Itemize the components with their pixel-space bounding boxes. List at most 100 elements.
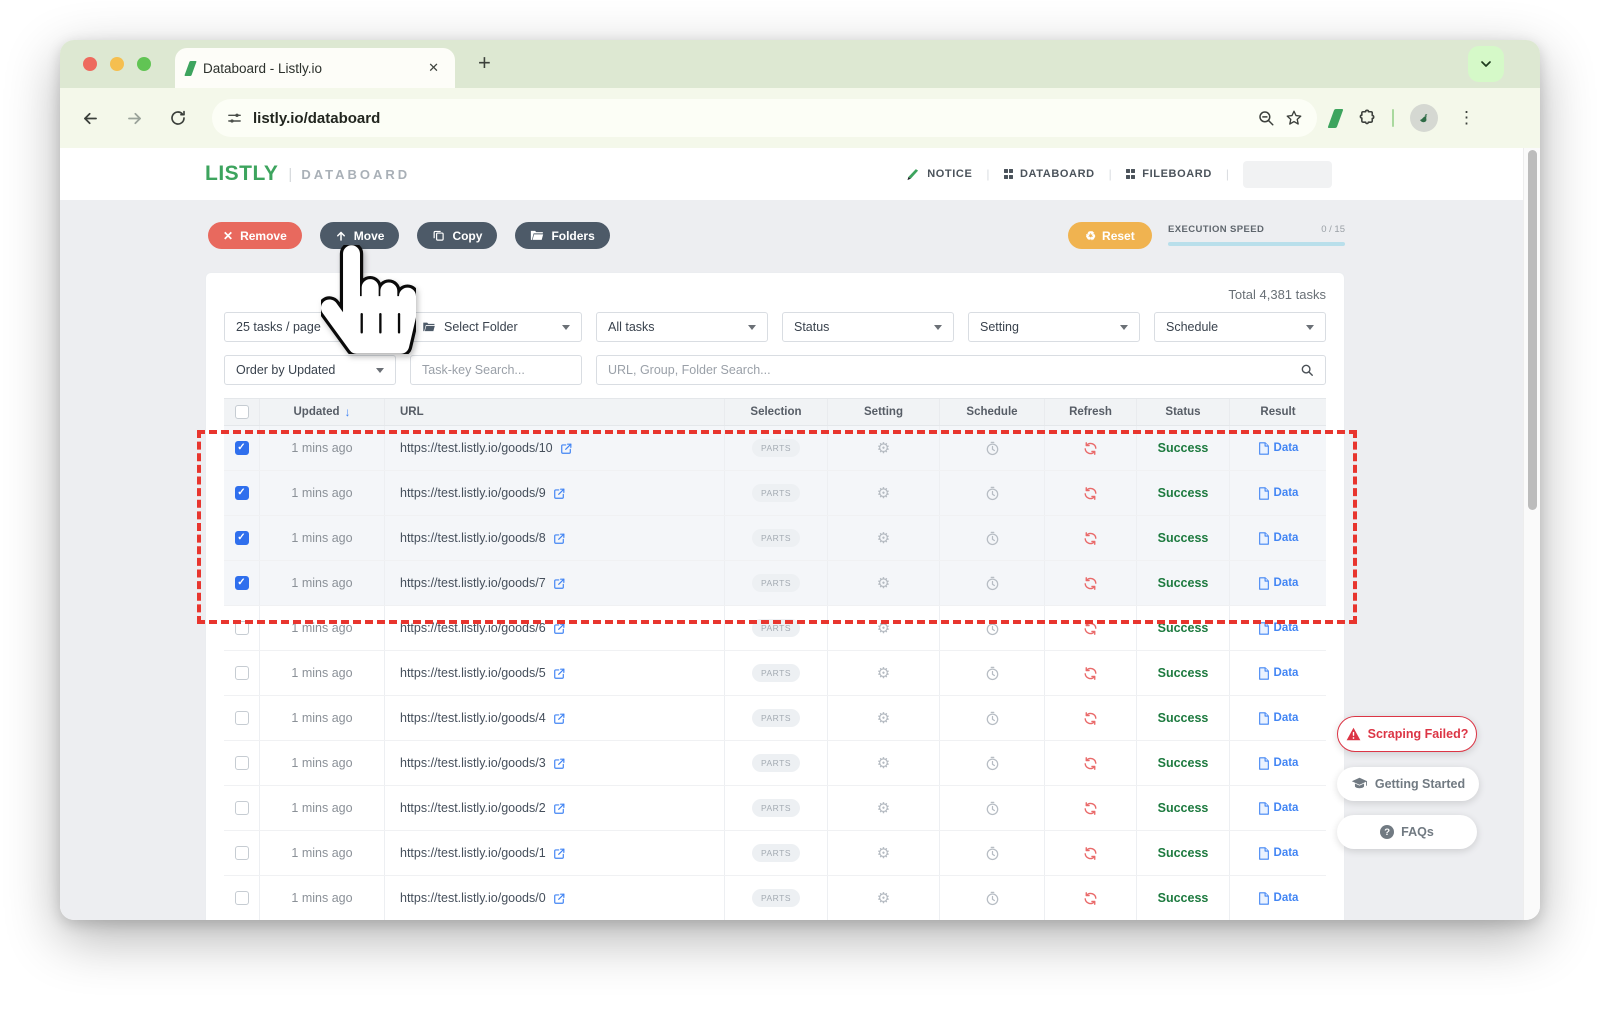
browser-tab[interactable]: Databoard - Listly.io ✕ — [175, 48, 455, 88]
reload-button[interactable] — [156, 109, 200, 127]
nav-fileboard[interactable]: FILEBOARD — [1126, 168, 1212, 180]
browser-menu-icon[interactable]: ⋮ — [1454, 108, 1479, 128]
extensions-puzzle-icon[interactable] — [1356, 108, 1376, 128]
external-link-icon[interactable] — [553, 487, 566, 500]
task-scope-select[interactable]: All tasks — [596, 312, 768, 342]
schedule-clock-icon[interactable] — [985, 486, 1000, 501]
task-url[interactable]: https://test.listly.io/goods/2 — [400, 801, 546, 815]
row-checkbox[interactable] — [235, 846, 249, 860]
gear-icon[interactable]: ⚙ — [877, 531, 890, 546]
refresh-icon[interactable] — [1083, 756, 1098, 771]
task-url[interactable]: https://test.listly.io/goods/0 — [400, 891, 546, 905]
sort-desc-icon[interactable]: ↓ — [345, 405, 351, 419]
nav-databoard[interactable]: DATABOARD — [1004, 168, 1095, 180]
external-link-icon[interactable] — [553, 847, 566, 860]
gear-icon[interactable]: ⚙ — [877, 666, 890, 681]
schedule-clock-icon[interactable] — [985, 756, 1000, 771]
scraping-failed-button[interactable]: Scraping Failed? — [1337, 716, 1477, 752]
row-checkbox[interactable] — [235, 621, 249, 635]
task-url[interactable]: https://test.listly.io/goods/3 — [400, 756, 546, 770]
external-link-icon[interactable] — [553, 757, 566, 770]
refresh-icon[interactable] — [1083, 441, 1098, 456]
column-header-refresh[interactable]: Refresh — [1044, 399, 1136, 425]
faqs-button[interactable]: ? FAQs — [1337, 815, 1477, 849]
task-url[interactable]: https://test.listly.io/goods/7 — [400, 576, 546, 590]
data-link[interactable]: Data — [1258, 847, 1299, 860]
getting-started-button[interactable]: Getting Started — [1337, 767, 1479, 801]
schedule-clock-icon[interactable] — [985, 441, 1000, 456]
column-header-status[interactable]: Status — [1136, 399, 1229, 425]
status-select[interactable]: Status — [782, 312, 954, 342]
task-url[interactable]: https://test.listly.io/goods/1 — [400, 846, 546, 860]
task-url[interactable]: https://test.listly.io/goods/10 — [400, 441, 553, 455]
row-checkbox[interactable] — [235, 801, 249, 815]
schedule-clock-icon[interactable] — [985, 621, 1000, 636]
data-link[interactable]: Data — [1258, 802, 1299, 815]
zoom-window-button[interactable] — [137, 57, 151, 71]
refresh-icon[interactable] — [1083, 711, 1098, 726]
column-header-result[interactable]: Result — [1229, 399, 1326, 425]
profile-chevron-button[interactable] — [1468, 46, 1504, 82]
gear-icon[interactable]: ⚙ — [877, 441, 890, 456]
row-checkbox[interactable] — [235, 666, 249, 680]
gear-icon[interactable]: ⚙ — [877, 891, 890, 906]
gear-icon[interactable]: ⚙ — [877, 801, 890, 816]
schedule-clock-icon[interactable] — [985, 891, 1000, 906]
setting-select[interactable]: Setting — [968, 312, 1140, 342]
data-link[interactable]: Data — [1258, 532, 1299, 545]
back-button[interactable] — [68, 109, 112, 128]
gear-icon[interactable]: ⚙ — [877, 576, 890, 591]
external-link-icon[interactable] — [553, 712, 566, 725]
scrollbar-thumb[interactable] — [1528, 150, 1537, 510]
page-scrollbar[interactable] — [1523, 148, 1540, 920]
external-link-icon[interactable] — [553, 532, 566, 545]
schedule-select[interactable]: Schedule — [1154, 312, 1326, 342]
gear-icon[interactable]: ⚙ — [877, 486, 890, 501]
folder-select[interactable]: Select Folder — [410, 312, 582, 342]
task-url[interactable]: https://test.listly.io/goods/6 — [400, 621, 546, 635]
copy-button[interactable]: Copy — [417, 222, 497, 249]
task-url[interactable]: https://test.listly.io/goods/5 — [400, 666, 546, 680]
listly-logo[interactable]: LISTLY — [205, 162, 278, 186]
url-search[interactable] — [596, 355, 1326, 385]
task-url[interactable]: https://test.listly.io/goods/4 — [400, 711, 546, 725]
site-settings-icon[interactable] — [226, 110, 243, 127]
task-key-search-input[interactable] — [422, 363, 583, 377]
row-checkbox[interactable]: ✓ — [235, 576, 249, 590]
nav-notice[interactable]: NOTICE — [905, 167, 972, 182]
external-link-icon[interactable] — [560, 442, 573, 455]
row-checkbox[interactable] — [235, 891, 249, 905]
schedule-clock-icon[interactable] — [985, 801, 1000, 816]
external-link-icon[interactable] — [553, 622, 566, 635]
listly-extension-icon[interactable] — [1328, 109, 1344, 128]
row-checkbox[interactable]: ✓ — [235, 486, 249, 500]
data-link[interactable]: Data — [1258, 577, 1299, 590]
data-link[interactable]: Data — [1258, 892, 1299, 905]
refresh-icon[interactable] — [1083, 891, 1098, 906]
url-text[interactable]: listly.io/databoard — [253, 110, 1247, 127]
data-link[interactable]: Data — [1258, 622, 1299, 635]
gear-icon[interactable]: ⚙ — [877, 711, 890, 726]
gear-icon[interactable]: ⚙ — [877, 756, 890, 771]
schedule-clock-icon[interactable] — [985, 711, 1000, 726]
schedule-clock-icon[interactable] — [985, 846, 1000, 861]
profile-avatar[interactable] — [1410, 104, 1438, 132]
column-header-schedule[interactable]: Schedule — [939, 399, 1044, 425]
task-key-search[interactable] — [410, 355, 582, 385]
remove-button[interactable]: ✕ Remove — [208, 222, 302, 249]
refresh-icon[interactable] — [1083, 621, 1098, 636]
schedule-clock-icon[interactable] — [985, 666, 1000, 681]
column-header-updated[interactable]: Updated↓ — [259, 399, 384, 425]
column-header-url[interactable]: URL — [384, 399, 724, 425]
external-link-icon[interactable] — [553, 577, 566, 590]
tab-close-icon[interactable]: ✕ — [424, 58, 443, 78]
data-link[interactable]: Data — [1258, 442, 1299, 455]
user-account-placeholder[interactable] — [1243, 161, 1332, 188]
order-by-select[interactable]: Order by Updated — [224, 355, 396, 385]
gear-icon[interactable]: ⚙ — [877, 621, 890, 636]
data-link[interactable]: Data — [1258, 757, 1299, 770]
task-url[interactable]: https://test.listly.io/goods/8 — [400, 531, 546, 545]
zoom-out-icon[interactable] — [1257, 109, 1275, 127]
external-link-icon[interactable] — [553, 802, 566, 815]
select-all-checkbox[interactable] — [235, 405, 249, 419]
